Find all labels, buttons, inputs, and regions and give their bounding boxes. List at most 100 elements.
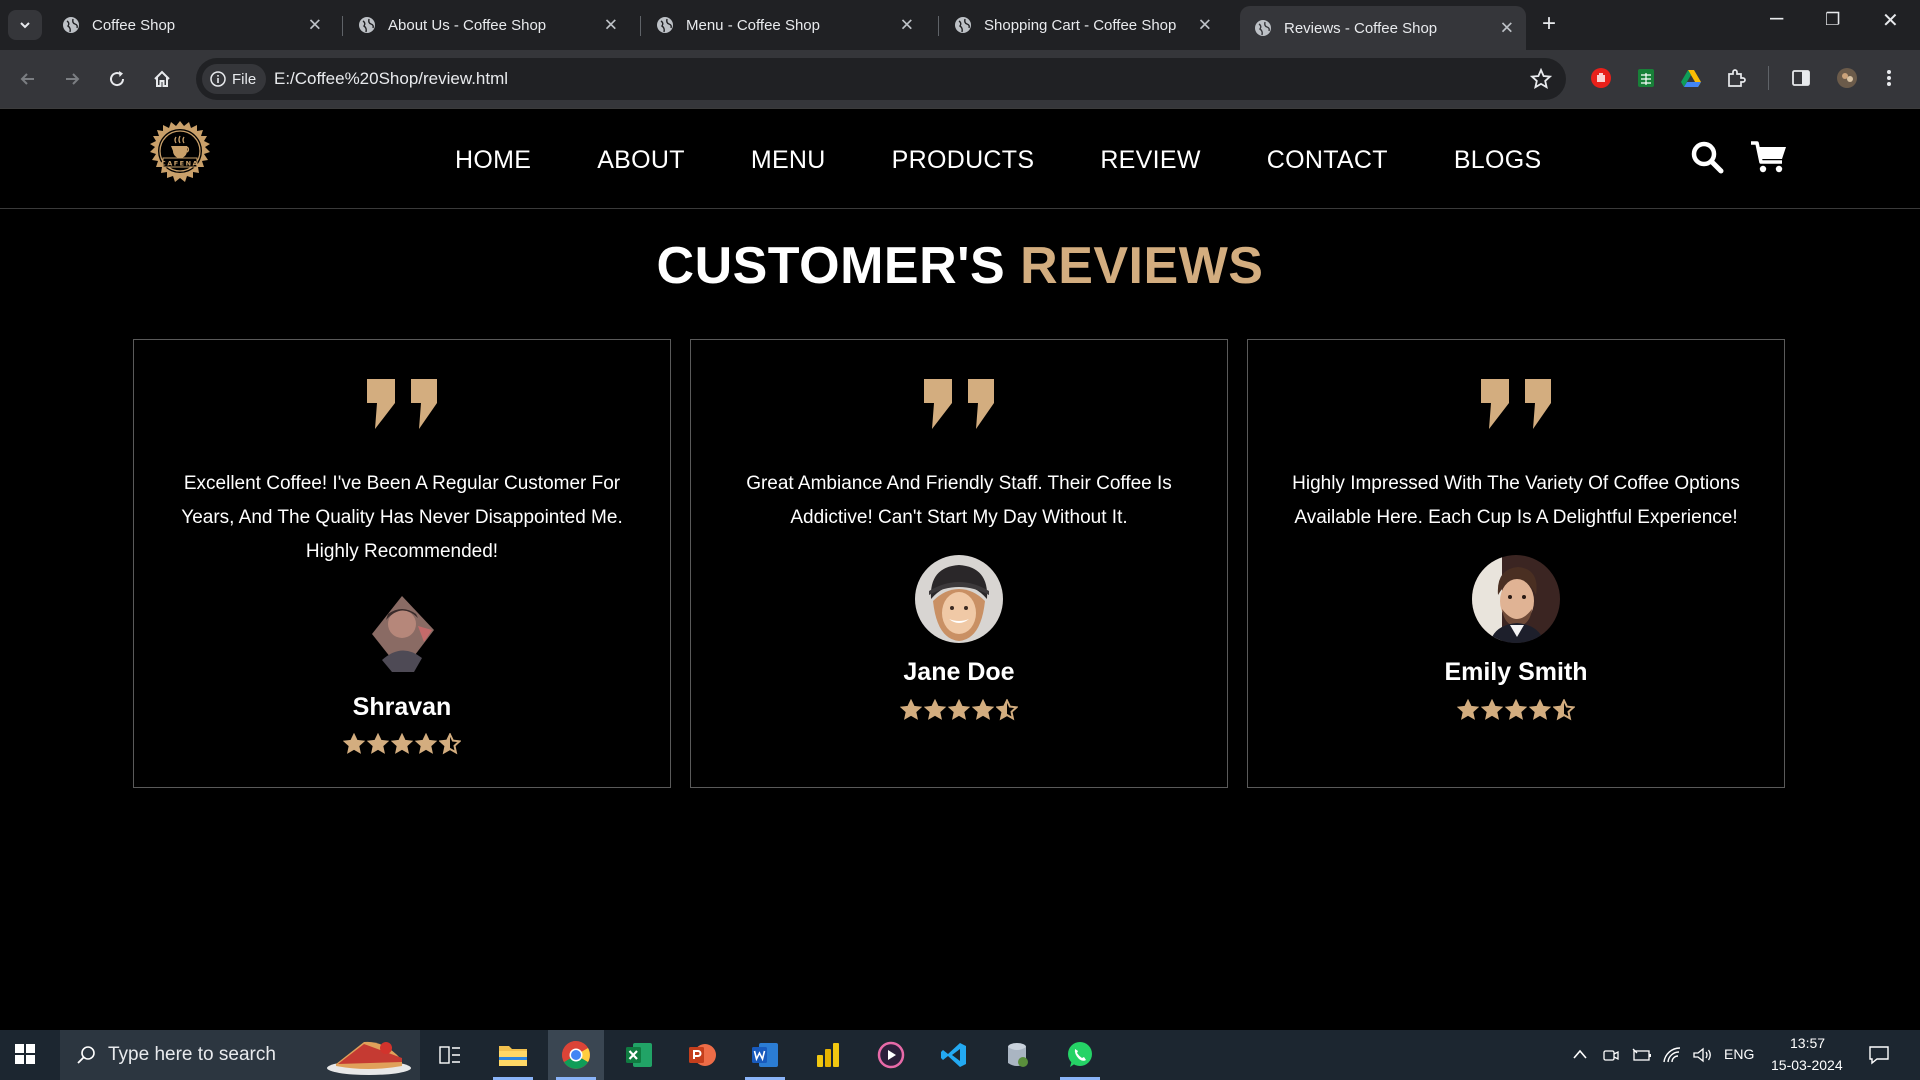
taskbar-chrome[interactable] xyxy=(548,1030,604,1080)
nav-about[interactable]: ABOUT xyxy=(597,146,685,175)
wifi-icon[interactable] xyxy=(1662,1046,1682,1064)
star-rating xyxy=(1457,699,1575,721)
review-card: Excellent Coffee! I've Been A Regular Cu… xyxy=(133,339,671,788)
globe-icon xyxy=(1255,20,1271,36)
home-icon xyxy=(154,70,170,87)
chevron-down-icon xyxy=(20,22,30,29)
browser-toolbar: File E:/Coffee%20Shop/review.html xyxy=(0,50,1920,109)
back-button[interactable] xyxy=(16,67,40,91)
scheme-label: File xyxy=(232,70,257,88)
web-page: CAFENA HOME ABOUT MENU PRODUCTS REVIEW C… xyxy=(0,110,1920,1030)
quote-icon xyxy=(367,379,437,429)
taskbar-file-explorer[interactable] xyxy=(485,1030,541,1080)
address-bar[interactable]: File E:/Coffee%20Shop/review.html xyxy=(196,58,1566,100)
tab-shopping-cart[interactable]: Shopping Cart - Coffee Shop ✕ xyxy=(940,8,1224,42)
star-full-icon xyxy=(415,733,437,754)
review-text: Highly Impressed With The Variety Of Cof… xyxy=(1292,473,1740,528)
review-text: Great Ambiance And Friendly Staff. Their… xyxy=(746,473,1172,528)
nav-menu[interactable]: MENU xyxy=(751,146,826,175)
browser-tab-strip: Coffee Shop ✕ About Us - Coffee Shop ✕ M… xyxy=(0,0,1920,50)
clock-date[interactable]: 15-03-2024 xyxy=(1771,1057,1843,1073)
nav-home[interactable]: HOME xyxy=(455,146,531,175)
adblock-extension-icon[interactable] xyxy=(1590,67,1612,89)
more-menu-icon[interactable] xyxy=(1884,67,1894,89)
forward-button[interactable] xyxy=(60,67,84,91)
restore-button[interactable]: ❐ xyxy=(1825,10,1840,30)
arrow-right-icon xyxy=(66,73,80,85)
close-icon[interactable]: ✕ xyxy=(900,17,914,34)
cafena-logo[interactable]: CAFENA xyxy=(133,120,227,198)
nav-contact[interactable]: CONTACT xyxy=(1267,146,1388,175)
main-nav: HOME ABOUT MENU PRODUCTS REVIEW CONTACT … xyxy=(455,146,1607,175)
close-icon[interactable]: ✕ xyxy=(308,17,322,34)
nav-products[interactable]: PRODUCTS xyxy=(892,146,1035,175)
minimize-button[interactable]: – xyxy=(1770,4,1783,32)
star-full-icon xyxy=(1529,699,1551,720)
quote-icon xyxy=(924,379,994,429)
nav-review[interactable]: REVIEW xyxy=(1100,146,1200,175)
review-card: Great Ambiance And Friendly Staff. Their… xyxy=(690,339,1228,788)
bookmark-star-icon[interactable] xyxy=(1530,68,1552,90)
volume-icon[interactable] xyxy=(1692,1046,1714,1064)
title-accent: REVIEWS xyxy=(1020,237,1264,295)
drive-extension-icon[interactable] xyxy=(1680,67,1702,89)
globe-icon xyxy=(63,17,79,33)
tab-menu[interactable]: Menu - Coffee Shop ✕ xyxy=(642,8,926,42)
close-icon[interactable]: ✕ xyxy=(604,17,618,34)
notifications-icon[interactable] xyxy=(1868,1045,1890,1065)
excel-icon xyxy=(626,1043,652,1067)
taskbar-excel[interactable] xyxy=(611,1030,667,1080)
battery-icon[interactable] xyxy=(1632,1046,1652,1064)
nav-blogs[interactable]: BLOGS xyxy=(1454,146,1542,175)
star-full-icon xyxy=(343,733,365,754)
tab-about-us[interactable]: About Us - Coffee Shop ✕ xyxy=(344,8,630,42)
tab-search-button[interactable] xyxy=(8,10,42,40)
tab-coffee-shop[interactable]: Coffee Shop ✕ xyxy=(48,8,334,42)
home-button[interactable] xyxy=(150,67,174,91)
profile-avatar-icon[interactable] xyxy=(1836,67,1858,89)
clock-time[interactable]: 13:57 xyxy=(1790,1035,1825,1051)
star-rating xyxy=(343,733,461,755)
taskbar-database-app[interactable] xyxy=(989,1030,1045,1080)
star-half-icon xyxy=(1553,699,1575,721)
taskbar-powerpoint[interactable] xyxy=(674,1030,730,1080)
taskbar-word[interactable] xyxy=(737,1030,793,1080)
sheets-extension-icon[interactable] xyxy=(1635,67,1657,89)
taskbar-power-bi[interactable] xyxy=(800,1030,856,1080)
windows-start-icon[interactable] xyxy=(14,1043,36,1065)
site-info-chip[interactable]: File xyxy=(202,64,267,94)
close-icon[interactable]: ✕ xyxy=(1198,17,1212,34)
quote-icon xyxy=(1481,379,1551,429)
star-full-icon xyxy=(948,699,970,720)
review-text: Excellent Coffee! I've Been A Regular Cu… xyxy=(181,473,623,562)
search-icon[interactable] xyxy=(1690,140,1724,174)
reviewer-name: Emily Smith xyxy=(1444,658,1588,686)
globe-icon xyxy=(359,17,375,33)
avatar xyxy=(915,555,1003,643)
show-hidden-icons-chevron-icon[interactable] xyxy=(1572,1048,1588,1060)
reviewer-name: Shravan xyxy=(352,693,452,721)
play-icon xyxy=(877,1041,905,1069)
url-text[interactable]: E:/Coffee%20Shop/review.html xyxy=(274,69,508,89)
meet-now-icon[interactable] xyxy=(1602,1046,1620,1064)
taskbar-media-player[interactable] xyxy=(863,1030,919,1080)
tab-title: About Us - Coffee Shop xyxy=(388,16,547,34)
window-close-button[interactable]: ✕ xyxy=(1882,8,1899,33)
review-card: Highly Impressed With The Variety Of Cof… xyxy=(1247,339,1785,788)
task-view-button[interactable] xyxy=(422,1030,478,1080)
star-full-icon xyxy=(1457,699,1479,720)
puzzle-extensions-icon[interactable] xyxy=(1725,67,1747,89)
close-icon[interactable]: ✕ xyxy=(1500,20,1514,37)
chrome-icon xyxy=(562,1041,590,1069)
reload-button[interactable] xyxy=(105,67,129,91)
side-panel-icon[interactable] xyxy=(1790,67,1812,89)
cart-icon[interactable] xyxy=(1750,140,1788,174)
taskbar-vscode[interactable] xyxy=(926,1030,982,1080)
taskbar-search-box[interactable]: Type here to search xyxy=(60,1030,420,1080)
tab-reviews[interactable]: Reviews - Coffee Shop ✕ xyxy=(1240,6,1526,50)
language-indicator[interactable]: ENG xyxy=(1724,1046,1754,1062)
new-tab-button[interactable]: + xyxy=(1542,12,1556,36)
taskbar-whatsapp[interactable] xyxy=(1052,1030,1108,1080)
vscode-icon xyxy=(941,1043,966,1067)
star-half-icon xyxy=(996,699,1018,721)
